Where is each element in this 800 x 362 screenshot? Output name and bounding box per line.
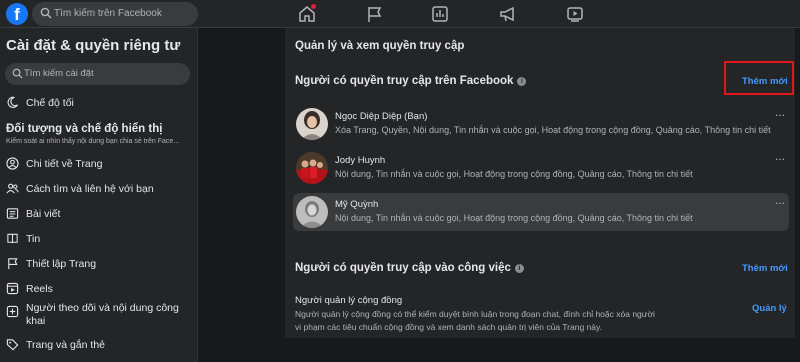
sidebar-item-label: Tin — [26, 233, 41, 245]
task-role-description: Người quản lý cộng đồng có thể kiểm duyệ… — [295, 309, 655, 332]
info-icon[interactable]: i — [514, 264, 524, 273]
book-icon — [7, 233, 18, 244]
sidebar-item-page-setup[interactable]: Thiết lập Trang — [4, 255, 194, 275]
access-person-row[interactable]: Ngọc Diệp Diệp (Bạn) Xóa Trang, Quyền, N… — [293, 105, 789, 143]
sidebar-item-label: Trang và gắn thẻ — [26, 339, 105, 351]
people-icon — [6, 183, 19, 194]
dark-mode-item[interactable]: Chế độ tối — [4, 94, 194, 114]
sidebar-item-label: Chi tiết về Trang — [26, 158, 103, 170]
add-facebook-access-button[interactable]: Thêm mới — [742, 76, 788, 87]
megaphone-icon[interactable] — [497, 3, 519, 25]
info-icon[interactable]: i — [517, 77, 527, 86]
sidebar-item-followers-public-content[interactable]: Người theo dõi và nội dung công khai — [4, 301, 194, 331]
person-permissions: Nội dung, Tin nhắn và cuộc gọi, Hoạt độn… — [335, 213, 693, 223]
main-content: Quản lý và xem quyền truy cập Người có q… — [199, 28, 800, 362]
person-name: Jody Huynh — [335, 155, 386, 166]
access-panel: Quản lý và xem quyền truy cập Người có q… — [285, 28, 795, 338]
manage-button[interactable]: Quản lý — [752, 303, 787, 314]
sidebar-item-pages-tagging[interactable]: Trang và gắn thẻ — [4, 336, 194, 356]
sidebar-item-label: Cách tìm và liên hệ với bạn — [26, 183, 154, 195]
section-title: Đối tượng và chế độ hiển thị — [6, 123, 163, 135]
person-circle-icon — [6, 157, 19, 170]
flag-icon — [8, 258, 18, 270]
sidebar-item-label: Reels — [26, 283, 53, 295]
person-permissions: Nội dung, Tin nhắn và cuộc gọi, Hoạt độn… — [335, 169, 693, 179]
more-options-icon[interactable]: ... — [775, 149, 785, 163]
settings-search-placeholder: Tìm kiếm cài đặt — [24, 68, 94, 79]
person-name: Mỹ Quỳnh — [335, 199, 379, 210]
dark-mode-label: Chế độ tối — [26, 97, 74, 109]
section-subtitle: Kiểm soát ai nhìn thấy nội dung bạn chia… — [6, 138, 180, 145]
search-icon — [12, 68, 23, 79]
sidebar-title: Cài đặt & quyền riêng tư — [6, 37, 181, 54]
flag-icon[interactable] — [363, 3, 385, 25]
settings-search-input[interactable]: Tìm kiếm cài đặt — [5, 63, 190, 85]
reels-icon — [6, 282, 19, 295]
facebook-search-input[interactable]: Tìm kiếm trên Facebook — [32, 2, 198, 26]
search-placeholder: Tìm kiếm trên Facebook — [54, 8, 162, 19]
more-options-icon[interactable]: ... — [775, 193, 785, 207]
sidebar-item-label: Thiết lập Trang — [26, 258, 97, 270]
video-icon[interactable] — [564, 3, 586, 25]
task-role-title: Người quản lý cộng đồng — [295, 295, 403, 306]
settings-sidebar: Cài đặt & quyền riêng tư Tìm kiếm cài đặ… — [0, 28, 198, 362]
plus-square-icon — [6, 305, 19, 318]
page-heading: Quản lý và xem quyền truy cập — [295, 40, 465, 52]
sidebar-item-label: Bài viết — [26, 208, 61, 220]
add-task-access-button[interactable]: Thêm mới — [742, 263, 788, 274]
post-icon — [6, 208, 19, 219]
tag-icon — [6, 339, 19, 351]
sidebar-item-page-details[interactable]: Chi tiết về Trang — [4, 155, 194, 175]
sidebar-item-posts[interactable]: Bài viết — [4, 205, 194, 225]
avatar — [296, 196, 328, 228]
avatar — [296, 108, 328, 140]
sidebar-item-label: Người theo dõi và nội dung công khai — [26, 302, 179, 327]
search-icon — [40, 7, 52, 19]
person-name: Ngọc Diệp Diệp (Bạn) — [335, 111, 428, 122]
task-access-heading: Người có quyền truy cập vào công việc i — [295, 262, 524, 274]
sidebar-item-reels[interactable]: Reels — [4, 280, 194, 300]
sidebar-item-stories[interactable]: Tin — [4, 230, 194, 250]
person-permissions: Xóa Trang, Quyền, Nội dung, Tin nhắn và … — [335, 125, 771, 135]
insights-icon[interactable] — [429, 3, 451, 25]
facebook-access-heading: Người có quyền truy cập trên Facebook i — [295, 75, 527, 87]
facebook-logo[interactable]: f — [6, 3, 28, 25]
home-icon[interactable] — [296, 3, 318, 25]
more-options-icon[interactable]: ... — [775, 105, 785, 119]
avatar — [296, 152, 328, 184]
notification-dot — [311, 4, 316, 9]
task-access-title: Người có quyền truy cập vào công việc — [295, 262, 511, 274]
top-navigation-bar: f Tìm kiếm trên Facebook — [0, 0, 800, 28]
facebook-access-title: Người có quyền truy cập trên Facebook — [295, 75, 514, 87]
sidebar-item-find-contact[interactable]: Cách tìm và liên hệ với bạn — [4, 180, 194, 200]
access-person-row[interactable]: Jody Huynh Nội dung, Tin nhắn và cuộc gọ… — [293, 149, 789, 187]
moon-icon — [7, 96, 19, 109]
access-person-row[interactable]: Mỹ Quỳnh Nội dung, Tin nhắn và cuộc gọi,… — [293, 193, 789, 231]
